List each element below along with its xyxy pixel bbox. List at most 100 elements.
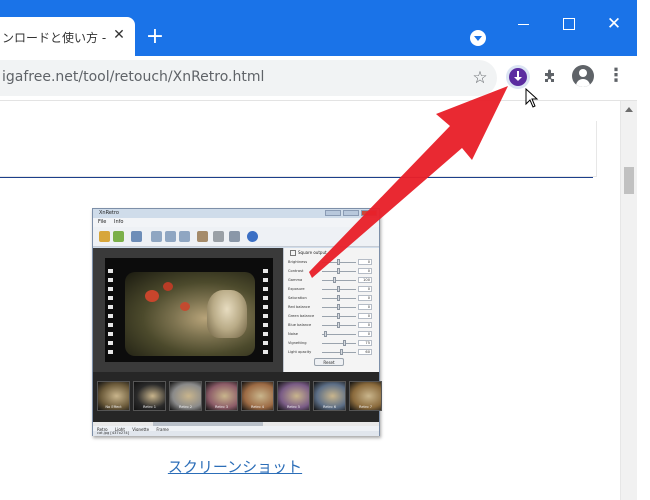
effect-thumbnail: Retro 2 bbox=[169, 381, 202, 411]
slider-value: 0 bbox=[358, 259, 372, 265]
effect-thumbnail-label: Retro 2 bbox=[179, 405, 192, 409]
app-preview-area bbox=[93, 248, 283, 372]
app-menu-file: File bbox=[98, 219, 107, 225]
save-icon bbox=[113, 231, 124, 242]
slider-knob bbox=[343, 340, 346, 346]
download-extension-icon[interactable] bbox=[506, 65, 530, 89]
browser-window: ンロードと使い方 - k ✕ + ✕ igafree.net/tool/reto… bbox=[0, 0, 650, 500]
slider-row: Light opacity 60 bbox=[288, 348, 378, 356]
effect-thumbnail-label: No Effect bbox=[105, 405, 122, 409]
hand-icon bbox=[197, 231, 208, 242]
app-window-controls bbox=[323, 209, 379, 217]
film-sprockets-left bbox=[108, 264, 113, 356]
puzzle-icon[interactable] bbox=[540, 66, 560, 86]
app-menu-bar: File Info bbox=[93, 218, 379, 227]
slider-knob bbox=[337, 313, 340, 319]
app-menu-info: Info bbox=[113, 219, 124, 225]
cat-photo bbox=[125, 272, 255, 356]
plus-icon[interactable]: + bbox=[144, 26, 166, 48]
slider-label: Exposure bbox=[288, 287, 305, 291]
close-icon[interactable]: ✕ bbox=[604, 14, 624, 34]
profile-icon[interactable] bbox=[572, 65, 594, 87]
slider-value: 0 bbox=[358, 268, 372, 274]
chevron-down-icon[interactable] bbox=[470, 30, 486, 46]
minimize-icon[interactable] bbox=[514, 14, 534, 34]
effect-thumbnail-strip: No Effect Retro 1 Retro 2 Retro 3 Retro 4 Ret… bbox=[93, 372, 382, 422]
slider-value: 0 bbox=[358, 286, 372, 292]
effect-thumbnail-label: Retro 4 bbox=[251, 405, 264, 409]
effect-thumbnail-label: Retro 6 bbox=[323, 405, 336, 409]
effect-thumbnail: No Effect bbox=[97, 381, 130, 411]
slider-label: Saturation bbox=[288, 296, 307, 300]
slider-row: Green balance 0 bbox=[288, 312, 378, 320]
slider-label: Gamma bbox=[288, 278, 303, 282]
close-icon[interactable]: ✕ bbox=[110, 26, 128, 44]
slider-row: Contrast 0 bbox=[288, 267, 378, 275]
slider-label: Vignetting bbox=[288, 341, 307, 345]
slider-label: Blue balance bbox=[288, 323, 312, 327]
browser-toolbar: igafree.net/tool/retouch/XnRetro.html ☆ … bbox=[0, 56, 650, 101]
slider-value: 0 bbox=[358, 331, 372, 337]
slider-knob bbox=[337, 322, 340, 328]
slider-label: Red balance bbox=[288, 305, 311, 309]
settings-icon bbox=[229, 231, 240, 242]
app-toolbar bbox=[93, 227, 379, 247]
slider-label: Light opacity bbox=[288, 350, 312, 354]
slider-label: Contrast bbox=[288, 269, 304, 273]
slider-value: 0 bbox=[358, 322, 372, 328]
address-bar[interactable]: igafree.net/tool/retouch/XnRetro.html ☆ bbox=[0, 60, 497, 96]
scroll-up-icon[interactable] bbox=[625, 107, 633, 112]
app-status-bar: cat.jpg [437x274] bbox=[93, 431, 379, 436]
scroll-thumb[interactable] bbox=[624, 167, 634, 194]
film-sprockets-right bbox=[263, 264, 268, 356]
cat-image bbox=[207, 290, 247, 338]
slider-track bbox=[322, 343, 356, 344]
slider-knob bbox=[324, 331, 327, 337]
page-scrollbar[interactable] bbox=[620, 101, 637, 500]
window-edge bbox=[637, 0, 650, 500]
slider-value: 0 bbox=[358, 304, 372, 310]
header-divider bbox=[0, 177, 593, 178]
slider-value: 100 bbox=[358, 277, 372, 283]
effect-thumbnail: Retro 1 bbox=[133, 381, 166, 411]
slider-label: Noise bbox=[288, 332, 298, 336]
square-output-checkbox: Square output bbox=[290, 250, 327, 256]
slider-knob bbox=[337, 259, 340, 265]
slider-track bbox=[322, 280, 356, 281]
slider-row: Vignetting 75 bbox=[288, 339, 378, 347]
more-vert-icon[interactable]: ⋮ bbox=[606, 66, 626, 86]
reset-button: Reset bbox=[314, 358, 344, 366]
title-bar: ンロードと使い方 - k ✕ + ✕ bbox=[0, 0, 650, 56]
slider-row: Gamma 100 bbox=[288, 276, 378, 284]
slider-knob bbox=[337, 304, 340, 310]
slider-row: Noise 0 bbox=[288, 330, 378, 338]
share-icon bbox=[131, 231, 142, 242]
zoom-in-icon bbox=[151, 231, 162, 242]
maximize-icon[interactable] bbox=[559, 14, 579, 34]
film-frame bbox=[105, 258, 273, 362]
browser-tab[interactable]: ンロードと使い方 - k ✕ bbox=[0, 17, 135, 56]
slider-track bbox=[322, 334, 356, 335]
effect-thumbnail: Retro 5 bbox=[277, 381, 310, 411]
effect-thumbnail-label: Retro 3 bbox=[215, 405, 228, 409]
slider-row: Exposure 0 bbox=[288, 285, 378, 293]
slider-value: 0 bbox=[358, 295, 372, 301]
slider-value: 60 bbox=[358, 349, 372, 355]
mouse-cursor-icon bbox=[525, 88, 539, 108]
star-icon[interactable]: ☆ bbox=[470, 68, 490, 88]
screenshot-link[interactable]: スクリーンショット bbox=[160, 456, 310, 477]
slider-row: Saturation 0 bbox=[288, 294, 378, 302]
url-text[interactable]: igafree.net/tool/retouch/XnRetro.html bbox=[2, 69, 264, 85]
tag-icon bbox=[213, 231, 224, 242]
effect-thumbnail: Retro 3 bbox=[205, 381, 238, 411]
app-title: XnRetro bbox=[99, 210, 119, 216]
effect-thumbnail: Retro 7 bbox=[349, 381, 382, 411]
slider-label: Brightness bbox=[288, 260, 308, 264]
slider-knob bbox=[333, 277, 336, 283]
slider-row: Blue balance 0 bbox=[288, 321, 378, 329]
slider-label: Green balance bbox=[288, 314, 315, 318]
zoom-fit-icon bbox=[179, 231, 190, 242]
slider-row: Red balance 0 bbox=[288, 303, 378, 311]
screenshot-image[interactable]: XnRetro File Info Square output Brightne… bbox=[92, 208, 382, 436]
slider-value: 0 bbox=[358, 313, 372, 319]
